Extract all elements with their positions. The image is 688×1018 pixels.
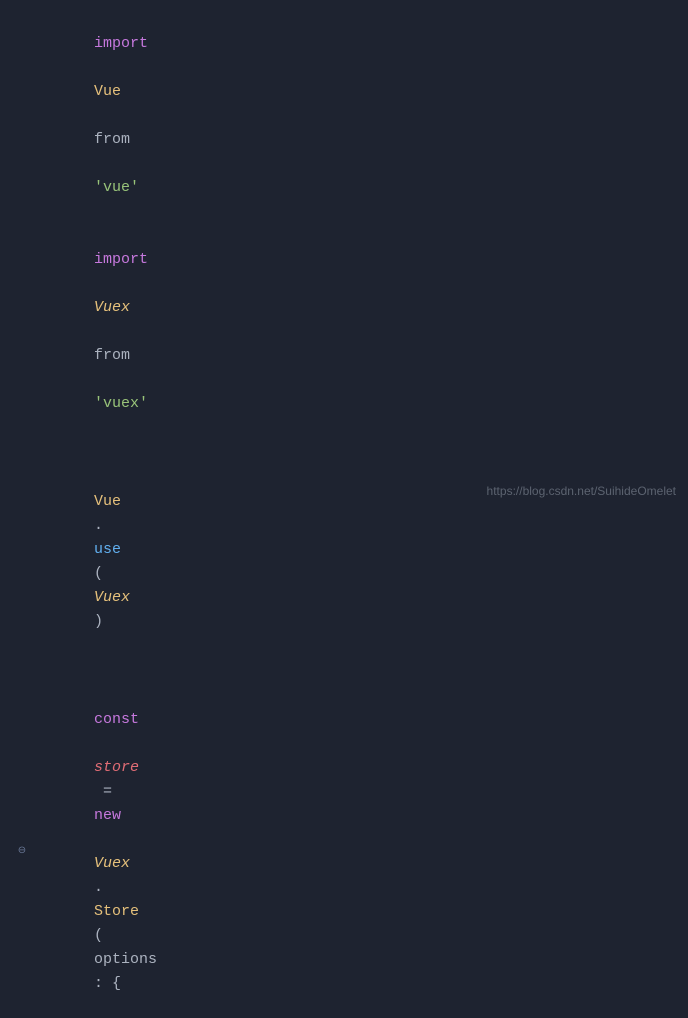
vuex-arg: Vuex bbox=[94, 589, 130, 606]
gutter-6: ⊖ bbox=[12, 846, 32, 858]
var-store: store bbox=[94, 759, 139, 776]
colon-brace: : { bbox=[94, 975, 121, 992]
class-vue: Vue bbox=[94, 83, 121, 100]
code-line-1: import Vue from 'vue' bbox=[0, 8, 688, 224]
code-line-3 bbox=[0, 440, 688, 466]
string-vuex: 'vuex' bbox=[94, 395, 148, 412]
dot: . bbox=[94, 517, 103, 534]
space bbox=[94, 275, 103, 292]
fold-icon-6: ⊖ bbox=[16, 846, 28, 858]
class-vuex: Vuex bbox=[94, 299, 130, 316]
vuex-store-cls: Vuex bbox=[94, 855, 130, 872]
line-content-6: const store = new Vuex . Store ( options… bbox=[32, 684, 157, 1018]
string-vue: 'vue' bbox=[94, 179, 139, 196]
space bbox=[94, 59, 103, 76]
line-content-4: Vue . use ( Vuex ) bbox=[32, 466, 130, 658]
space bbox=[94, 323, 103, 340]
watermark: https://blog.csdn.net/SuihideOmelet bbox=[487, 482, 676, 501]
line-content-2: import Vuex from 'vuex' bbox=[32, 224, 148, 440]
equals: = bbox=[94, 783, 121, 800]
code-line-2: import Vuex from 'vuex' bbox=[0, 224, 688, 440]
space bbox=[94, 831, 103, 848]
space bbox=[94, 155, 103, 172]
line-content-1: import Vue from 'vue' bbox=[32, 8, 148, 224]
code-editor: import Vue from 'vue' import Vuex from '… bbox=[0, 0, 688, 509]
space bbox=[94, 107, 103, 124]
store-cls: Store bbox=[94, 903, 139, 920]
keyword-import: import bbox=[94, 35, 148, 52]
keyword-const: const bbox=[94, 711, 139, 728]
use-fn: use bbox=[94, 541, 121, 558]
space bbox=[94, 735, 103, 752]
keyword-from: from bbox=[94, 131, 130, 148]
fold-icon-1 bbox=[16, 110, 28, 122]
vue-ref: Vue bbox=[94, 493, 121, 510]
dot2: . bbox=[94, 879, 103, 896]
keyword-import-2: import bbox=[94, 251, 148, 268]
options-param: options bbox=[94, 951, 157, 968]
fold-icon-2 bbox=[16, 326, 28, 338]
gutter-2 bbox=[12, 326, 32, 338]
space bbox=[94, 371, 103, 388]
code-line-6: ⊖ const store = new Vuex . Store ( optio… bbox=[0, 684, 688, 1018]
paren: ( bbox=[94, 927, 112, 944]
paren-open: ( bbox=[94, 565, 103, 582]
keyword-new: new bbox=[94, 807, 121, 824]
code-line-5 bbox=[0, 658, 688, 684]
paren-close: ) bbox=[94, 613, 103, 630]
keyword-from-2: from bbox=[94, 347, 130, 364]
gutter-1 bbox=[12, 110, 32, 122]
